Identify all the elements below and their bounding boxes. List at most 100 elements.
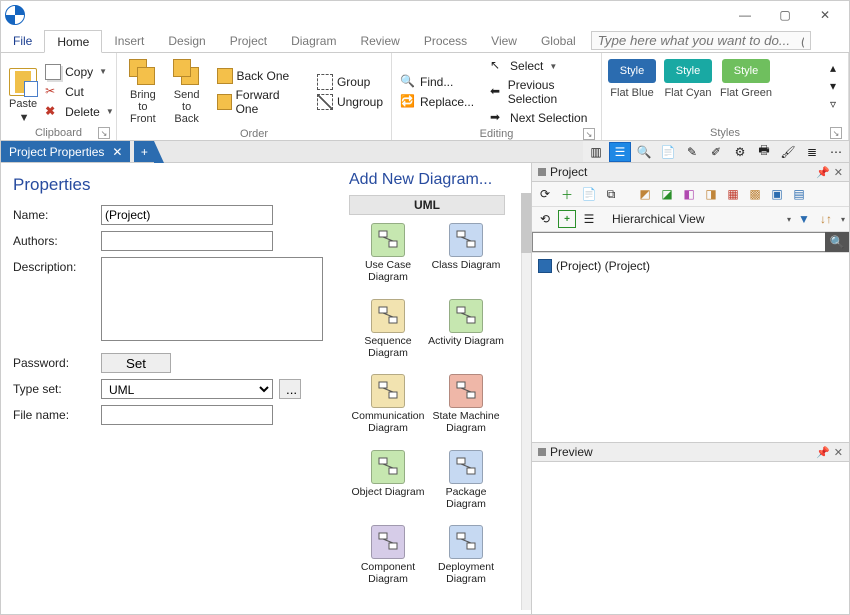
tb-shape7-icon[interactable]: ▣	[768, 185, 786, 203]
panel-toggle-1-icon[interactable]: ▥	[585, 142, 607, 162]
chevron-down-icon[interactable]: ▾	[787, 215, 791, 224]
send-to-back-button[interactable]: Send to Back	[167, 57, 207, 127]
style-scroll-up-icon[interactable]: ▴	[824, 59, 842, 77]
delete-button[interactable]: ✖Delete▼	[43, 103, 116, 121]
dialog-launcher-icon[interactable]: ↘	[583, 128, 595, 140]
tb-copy-icon[interactable]: ⧉	[602, 185, 620, 203]
search-icon[interactable]: 🔍	[825, 232, 849, 252]
filename-field[interactable]	[101, 405, 273, 425]
tb-shape1-icon[interactable]: ◩	[636, 185, 654, 203]
pin-icon[interactable]: 📌	[816, 166, 830, 179]
close-window-button[interactable]: ✕	[805, 3, 845, 27]
menu-tab-home[interactable]: Home	[44, 30, 102, 53]
minimize-button[interactable]: —	[725, 3, 765, 27]
scrollbar-thumb[interactable]	[521, 193, 531, 253]
view-mode-label[interactable]: Hierarchical View	[612, 212, 781, 226]
paste-button[interactable]: Paste ▼	[7, 57, 39, 126]
panel-toggle-layers-icon[interactable]: ≣	[801, 142, 823, 162]
next-selection-button[interactable]: ➡Next Selection	[488, 109, 595, 127]
preview-panel-header[interactable]: Preview 📌 ✕	[532, 443, 849, 462]
style-flat-blue[interactable]: Style Flat Blue	[608, 59, 656, 99]
dialog-launcher-icon[interactable]: ↘	[98, 127, 110, 139]
tb-shape6-icon[interactable]: ▩	[746, 185, 764, 203]
panel-toggle-project-icon[interactable]: ☰	[609, 142, 631, 162]
project-search-input[interactable]	[532, 232, 825, 252]
set-password-button[interactable]: Set	[101, 353, 171, 373]
diagram-item[interactable]: Component Diagram	[349, 525, 427, 595]
close-panel-icon[interactable]: ✕	[834, 166, 843, 179]
chevron-down-icon[interactable]: ▾	[841, 215, 845, 224]
style-gallery-more-icon[interactable]: ▿	[824, 95, 842, 113]
close-tab-icon[interactable]: ✕	[112, 145, 122, 159]
diagram-item[interactable]: Communication Diagram	[349, 374, 427, 444]
style-flat-green[interactable]: Style Flat Green	[720, 59, 772, 99]
style-flat-cyan[interactable]: Style Flat Cyan	[664, 59, 712, 99]
diagram-item[interactable]: State Machine Diagram	[427, 374, 505, 444]
project-tree[interactable]: (Project) (Project)	[532, 253, 849, 442]
replace-button[interactable]: 🔁Replace...	[398, 93, 476, 111]
panel-toggle-search-icon[interactable]: 🔍	[633, 142, 655, 162]
tb-doc-icon[interactable]: 📄	[580, 185, 598, 203]
group-button[interactable]: Group	[315, 73, 385, 91]
bring-to-front-button[interactable]: Bring to Front	[123, 57, 163, 127]
menu-tab-global[interactable]: Global	[529, 29, 588, 52]
panel-toggle-gear-icon[interactable]: ⚙	[729, 142, 751, 162]
diagram-item[interactable]: Activity Diagram	[427, 299, 505, 369]
tb-new-icon[interactable]: +	[558, 210, 576, 228]
menu-tab-process[interactable]: Process	[412, 29, 479, 52]
tb-sync-icon[interactable]: ⟲	[536, 210, 554, 228]
maximize-button[interactable]: ▢	[765, 3, 805, 27]
menu-tab-diagram[interactable]: Diagram	[279, 29, 348, 52]
panel-toggle-brush-icon[interactable]: 🖌	[777, 142, 799, 162]
cut-button[interactable]: ✂Cut	[43, 83, 116, 101]
menu-file[interactable]: File	[1, 29, 44, 52]
tb-shape5-icon[interactable]: ▦	[724, 185, 742, 203]
panel-toggle-doc-icon[interactable]: 📄	[657, 142, 679, 162]
ungroup-button[interactable]: Ungroup	[315, 93, 385, 111]
tb-shape3-icon[interactable]: ◧	[680, 185, 698, 203]
typeset-browse-button[interactable]: ...	[279, 379, 301, 399]
diagram-item[interactable]: Use Case Diagram	[349, 223, 427, 293]
tree-root-node[interactable]: (Project) (Project)	[538, 259, 843, 273]
diagram-category-header[interactable]: UML	[349, 195, 505, 215]
previous-selection-button[interactable]: ⬅Previous Selection	[488, 77, 595, 107]
close-panel-icon[interactable]: ✕	[834, 446, 843, 459]
back-one-button[interactable]: Back One	[215, 67, 303, 85]
tb-shape4-icon[interactable]: ◨	[702, 185, 720, 203]
tb-add-icon[interactable]: ＋	[558, 185, 576, 203]
scrollbar-track[interactable]	[521, 193, 531, 610]
tell-me-search[interactable]	[591, 31, 811, 50]
menu-tab-view[interactable]: View	[479, 29, 529, 52]
diagram-item[interactable]: Deployment Diagram	[427, 525, 505, 595]
typeset-select[interactable]: UML	[101, 379, 273, 399]
diagram-item[interactable]: Object Diagram	[349, 450, 427, 520]
authors-field[interactable]	[101, 231, 273, 251]
panel-toggle-more-icon[interactable]: ⋯	[825, 142, 847, 162]
new-tab-button[interactable]: +	[134, 141, 154, 162]
menu-tab-project[interactable]: Project	[218, 29, 279, 52]
tb-shape2-icon[interactable]: ◪	[658, 185, 676, 203]
select-button[interactable]: ↖Select▼	[488, 57, 595, 75]
pin-icon[interactable]: 📌	[816, 446, 830, 459]
sort-icon[interactable]: ↓↑	[817, 210, 835, 228]
menu-tab-insert[interactable]: Insert	[102, 29, 156, 52]
document-tab-active[interactable]: Project Properties ✕	[1, 141, 130, 162]
menu-tab-review[interactable]: Review	[348, 29, 411, 52]
tb-list-icon[interactable]: ☰	[580, 210, 598, 228]
menu-tab-design[interactable]: Design	[156, 29, 217, 52]
diagram-item[interactable]: Sequence Diagram	[349, 299, 427, 369]
tb-refresh-icon[interactable]: ⟳	[536, 185, 554, 203]
panel-toggle-pens-icon[interactable]: ✐	[705, 142, 727, 162]
tb-shape8-icon[interactable]: ▤	[790, 185, 808, 203]
diagram-item[interactable]: Package Diagram	[427, 450, 505, 520]
name-field[interactable]	[101, 205, 273, 225]
panel-toggle-edit-icon[interactable]: ✎	[681, 142, 703, 162]
forward-one-button[interactable]: Forward One	[215, 87, 303, 117]
filter-icon[interactable]: ▼	[795, 210, 813, 228]
panel-toggle-print-icon[interactable]: 🖶	[753, 142, 775, 162]
description-field[interactable]	[101, 257, 323, 341]
dialog-launcher-icon[interactable]: ↘	[830, 127, 842, 139]
copy-button[interactable]: Copy▼	[43, 63, 116, 81]
diagram-item[interactable]: Class Diagram	[427, 223, 505, 293]
find-button[interactable]: 🔍Find...	[398, 73, 476, 91]
